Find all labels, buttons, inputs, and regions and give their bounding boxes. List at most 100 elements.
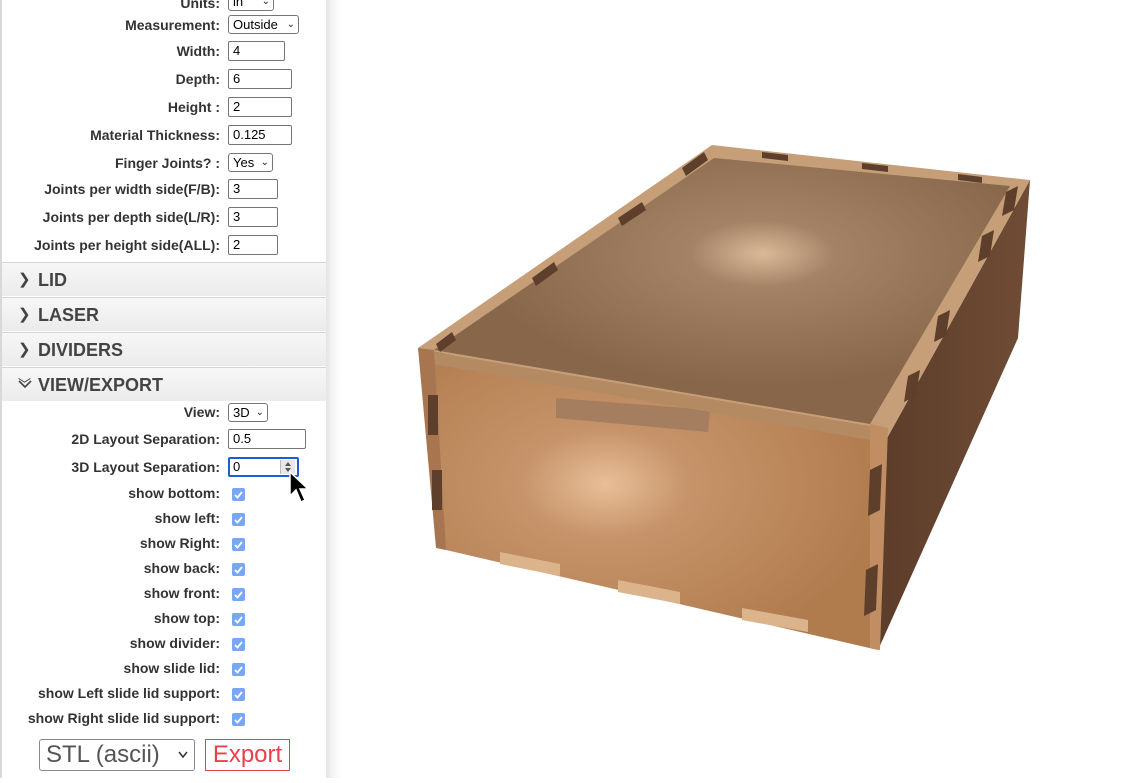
depth-row: Depth: 6 — [2, 65, 328, 93]
checkbox[interactable] — [232, 663, 245, 676]
checkbox-row: show slide lid: — [2, 656, 328, 681]
checkmark-icon — [234, 516, 243, 524]
checkbox-label: show slide lid: — [123, 660, 220, 676]
chevron-right-icon: ❯ — [18, 341, 31, 358]
section-laser[interactable]: ❯ LASER — [2, 297, 326, 331]
checkmark-icon — [234, 616, 243, 624]
checkmark-icon — [234, 641, 243, 649]
checkbox[interactable] — [232, 613, 245, 626]
export-button[interactable]: Export — [205, 739, 290, 771]
chevron-down-icon: ⌄ — [286, 19, 295, 30]
checkbox[interactable] — [232, 713, 245, 726]
joints-depth-row: Joints per depth side(L/R): 3 — [2, 203, 328, 231]
checkbox-row: show Left slide lid support: — [2, 681, 328, 706]
checkbox-label: show Left slide lid support: — [38, 685, 220, 701]
checkmark-icon — [234, 591, 243, 599]
section-view-export[interactable]: ﹀ VIEW/EXPORT — [2, 367, 326, 401]
checkbox-row: show divider: — [2, 631, 328, 656]
finger-joints-select[interactable]: Yes ⌄ — [228, 153, 273, 172]
chevron-down-icon — [178, 751, 188, 759]
checkbox[interactable] — [232, 688, 245, 701]
chevron-right-icon: ❯ — [18, 271, 31, 288]
checkbox[interactable] — [232, 638, 245, 651]
checkbox-label: show bottom: — [128, 485, 220, 501]
section-lid-title: LID — [38, 270, 67, 290]
sep2d-input[interactable]: 0.5 — [228, 429, 306, 449]
format-select[interactable]: STL (ascii) — [39, 739, 195, 771]
depth-input[interactable]: 6 — [228, 69, 292, 89]
joints-width-input[interactable]: 3 — [228, 179, 278, 199]
panel-divider — [326, 0, 342, 778]
measurement-label: Measurement: — [125, 17, 220, 33]
chevron-down-icon: ⌄ — [255, 407, 264, 418]
thickness-label: Material Thickness: — [90, 127, 220, 143]
units-select[interactable]: in ⌄ — [228, 0, 274, 11]
checkbox-label: show top: — [153, 610, 220, 626]
joints-depth-label: Joints per depth side(L/R): — [42, 209, 220, 225]
finger-joint — [432, 470, 442, 510]
view-select[interactable]: 3D ⌄ — [228, 403, 268, 422]
checkmark-icon — [234, 566, 243, 574]
finger-joints-label: Finger Joints? : — [115, 155, 220, 171]
view-row: View: 3D ⌄ — [2, 398, 328, 426]
checkmark-icon — [234, 691, 243, 699]
view-label: View: — [183, 404, 220, 420]
measurement-select[interactable]: Outside ⌄ — [228, 15, 299, 34]
height-label: Height : — [167, 99, 220, 115]
chevron-down-icon: ⌄ — [260, 157, 269, 168]
checkbox[interactable] — [232, 538, 245, 551]
joints-width-label: Joints per width side(F/B): — [44, 181, 220, 197]
depth-label: Depth: — [175, 71, 220, 87]
checkbox-label: show back: — [143, 560, 220, 576]
width-row: Width: 4 — [2, 37, 328, 65]
sep3d-label: 3D Layout Separation: — [71, 459, 220, 475]
3d-viewport[interactable] — [342, 0, 1126, 778]
chevron-down-icon — [18, 380, 32, 389]
checkbox-row: show Right slide lid support: — [2, 706, 328, 731]
height-input[interactable]: 2 — [228, 97, 292, 117]
width-label: Width: — [176, 43, 220, 59]
finger-joints-row: Finger Joints? : Yes ⌄ — [2, 149, 328, 177]
checkmark-icon — [234, 541, 243, 549]
thickness-input[interactable]: 0.125 — [228, 125, 292, 145]
height-row: Height : 2 — [2, 93, 328, 121]
checkbox-row: show top: — [2, 606, 328, 631]
measurement-row: Measurement: Outside ⌄ — [2, 11, 328, 39]
checkbox-label: show left: — [154, 510, 220, 526]
section-lid[interactable]: ❯ LID — [2, 262, 326, 296]
joints-width-row: Joints per width side(F/B): 3 — [2, 175, 328, 203]
finger-joint — [868, 464, 882, 516]
joints-height-label: Joints per height side(ALL): — [34, 237, 220, 253]
checkmark-icon — [234, 491, 243, 499]
cursor-arrow-icon — [289, 470, 310, 504]
section-dividers[interactable]: ❯ DIVIDERS — [2, 332, 326, 366]
width-input[interactable]: 4 — [228, 41, 285, 61]
settings-panel: Units: in ⌄ Measurement: Outside ⌄ Width: … — [0, 0, 326, 778]
section-dividers-title: DIVIDERS — [38, 340, 124, 360]
finger-joint — [428, 395, 438, 435]
chevron-down-icon: ⌄ — [261, 0, 270, 7]
chevron-right-icon: ❯ — [18, 306, 31, 323]
checkbox-row: show bottom: — [2, 481, 328, 506]
joints-height-input[interactable]: 2 — [228, 235, 278, 255]
checkbox-row: show front: — [2, 581, 328, 606]
sep3d-row: 3D Layout Separation: 0 — [2, 453, 328, 481]
checkbox-row: show Right: — [2, 531, 328, 556]
section-view-export-title: VIEW/EXPORT — [38, 375, 164, 395]
checkmark-icon — [234, 716, 243, 724]
checkbox[interactable] — [232, 588, 245, 601]
checkbox[interactable] — [232, 488, 245, 501]
thickness-row: Material Thickness: 0.125 — [2, 121, 328, 149]
section-laser-title: LASER — [38, 305, 100, 325]
checkbox-row: show left: — [2, 506, 328, 531]
checkmark-icon — [234, 666, 243, 674]
checkbox-label: show Right slide lid support: — [27, 710, 220, 726]
checkbox[interactable] — [232, 513, 245, 526]
checkbox[interactable] — [232, 563, 245, 576]
checkbox-label: show divider: — [129, 635, 220, 651]
checkbox-label: show front: — [143, 585, 220, 601]
finger-joint — [864, 564, 878, 616]
box-3d-model[interactable] — [342, 0, 1126, 778]
joints-depth-input[interactable]: 3 — [228, 207, 278, 227]
sep2d-label: 2D Layout Separation: — [71, 431, 220, 447]
